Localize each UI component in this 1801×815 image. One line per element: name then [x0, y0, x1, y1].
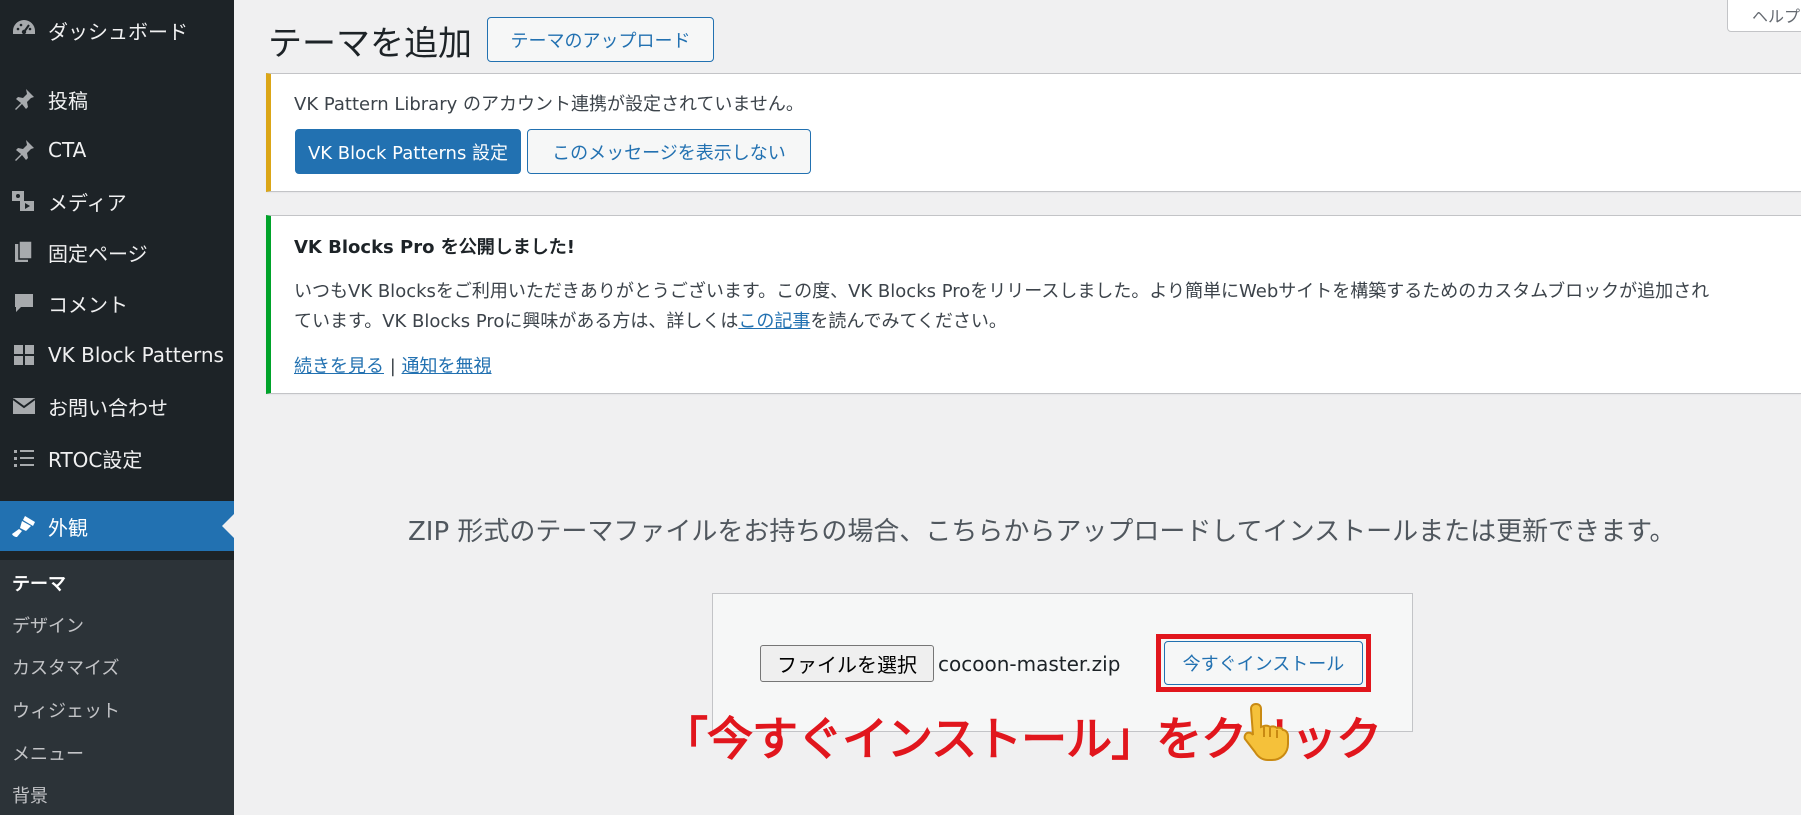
submenu-item-design[interactable]: デザイン: [12, 612, 84, 638]
read-more-link[interactable]: 続きを見る: [294, 356, 384, 377]
sidebar-item-dashboard[interactable]: ダッシュボード: [0, 7, 234, 53]
notice-links: 続きを見る | 通知を無視: [294, 352, 492, 378]
sidebar-item-label: お問い合わせ: [48, 395, 168, 420]
pages-icon: [0, 229, 48, 275]
upload-help-text: ZIP 形式のテーマファイルをお持ちの場合、こちらからアップロードしてインストー…: [408, 517, 1676, 547]
pin-icon: [0, 76, 48, 122]
notice-line-1: いつもVK Blocksをご利用いただきありがとうございます。この度、VK Bl…: [294, 281, 1710, 302]
notice-line-2-prefix: ています。VK Blocks Proに興味がある方は、詳しくは: [294, 311, 739, 332]
upload-theme-button[interactable]: テーマのアップロード: [487, 17, 714, 62]
sidebar-item-media[interactable]: メディア: [0, 178, 234, 224]
vk-blocks-pro-notice: VK Blocks Pro を公開しました! いつもVK Blocksをご利用い…: [266, 215, 1801, 394]
sidebar-item-cta[interactable]: CTA: [0, 127, 234, 173]
vk-pattern-library-notice: VK Pattern Library のアカウント連携が設定されていません。 V…: [266, 73, 1801, 192]
sidebar-item-label: RTOC設定: [48, 447, 143, 472]
list-icon: [0, 435, 48, 481]
sidebar-item-vk-block-patterns[interactable]: VK Block Patterns: [0, 332, 234, 378]
hide-message-button[interactable]: このメッセージを表示しない: [527, 129, 811, 174]
dashboard-icon: [0, 7, 48, 53]
sidebar-item-contact[interactable]: お問い合わせ: [0, 383, 234, 429]
appearance-submenu: テーマ デザイン カスタマイズ ウィジェット メニュー 背景: [0, 560, 234, 815]
admin-sidebar: ダッシュボード 投稿 CTA メディア 固定ページ コメント VK Block …: [0, 0, 234, 815]
sidebar-item-pages[interactable]: 固定ページ: [0, 229, 234, 275]
brush-icon: [0, 503, 48, 549]
sidebar-item-rtoc[interactable]: RTOC設定: [0, 435, 234, 481]
install-now-button[interactable]: 今すぐインストール: [1164, 641, 1363, 685]
notice-title: VK Blocks Pro を公開しました!: [294, 237, 575, 258]
mail-icon: [0, 383, 48, 429]
sidebar-item-label: ダッシュボード: [48, 19, 188, 44]
vk-block-patterns-settings-button[interactable]: VK Block Patterns 設定: [295, 129, 521, 174]
sidebar-item-posts[interactable]: 投稿: [0, 76, 234, 122]
comment-icon: [0, 280, 48, 326]
sidebar-item-comments[interactable]: コメント: [0, 280, 234, 326]
dismiss-notice-link[interactable]: 通知を無視: [402, 356, 492, 377]
page-title: テーマを追加: [268, 24, 472, 64]
grid-icon: [0, 332, 48, 378]
notice-line-2-suffix: を読んでみてください。: [810, 311, 1007, 332]
sidebar-item-label: 固定ページ: [48, 241, 148, 266]
submenu-item-customize[interactable]: カスタマイズ: [12, 654, 119, 680]
sidebar-item-appearance[interactable]: 外観: [0, 501, 234, 551]
notice-line-2: ています。VK Blocks Proに興味がある方は、詳しくはこの記事を読んでみ…: [294, 307, 1007, 333]
article-link[interactable]: この記事: [738, 311, 810, 332]
link-separator: |: [389, 356, 396, 377]
sidebar-item-label: コメント: [48, 292, 128, 317]
help-tab[interactable]: ヘルプ: [1727, 0, 1801, 32]
submenu-item-themes[interactable]: テーマ: [12, 570, 66, 596]
sidebar-item-label: 投稿: [48, 88, 88, 113]
submenu-item-menus[interactable]: メニュー: [12, 740, 84, 766]
pin-icon: [0, 127, 48, 173]
sidebar-item-label: VK Block Patterns: [48, 343, 224, 367]
selected-file-name: cocoon-master.zip: [938, 652, 1121, 676]
choose-file-button[interactable]: ファイルを選択: [760, 645, 934, 682]
submenu-item-background[interactable]: 背景: [12, 782, 48, 808]
sidebar-item-label: メディア: [48, 190, 127, 215]
submenu-item-widgets[interactable]: ウィジェット: [12, 697, 120, 723]
notice-message: VK Pattern Library のアカウント連携が設定されていません。: [294, 94, 804, 115]
media-icon: [0, 178, 48, 224]
pointing-hand-icon: [1236, 700, 1292, 762]
sidebar-item-label: 外観: [48, 515, 88, 540]
sidebar-item-label: CTA: [48, 138, 87, 162]
